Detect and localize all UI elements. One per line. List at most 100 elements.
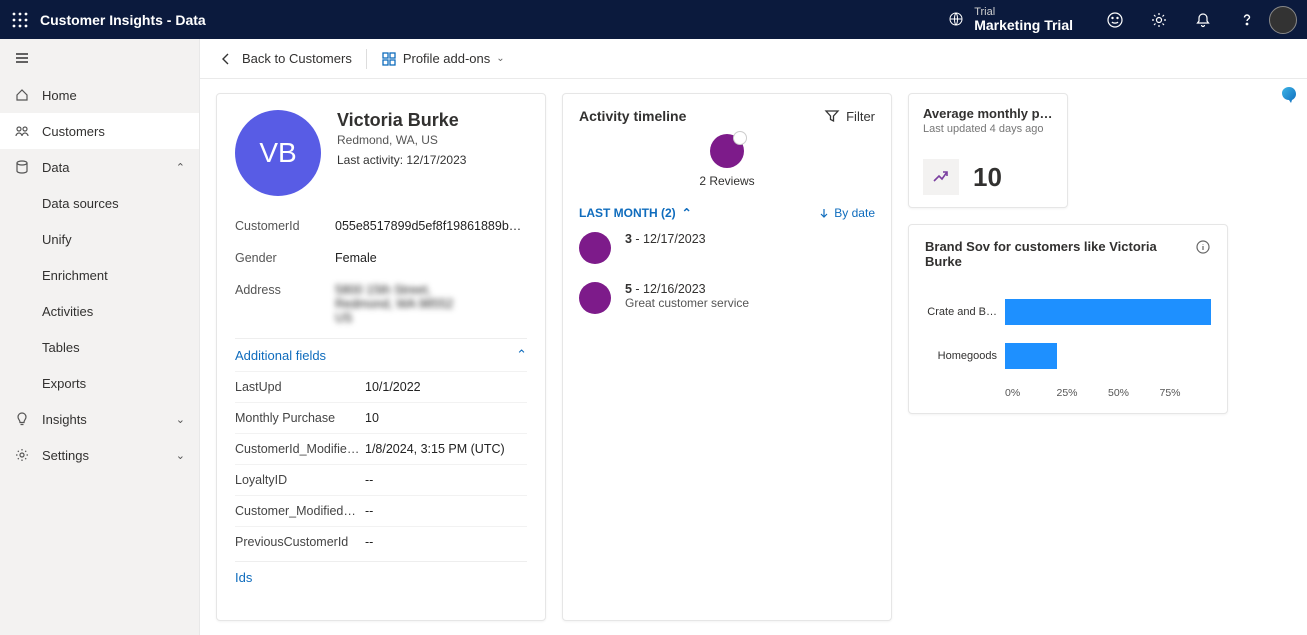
timeline-detail: Great customer service [625,296,749,310]
sidebar-item-label: Data [42,160,69,175]
kpi-value: 10 [973,162,1002,193]
timeline-dot-icon [579,282,611,314]
sidebar-item-settings[interactable]: Settings ⌄ [0,437,199,473]
field-value: -- [365,504,527,518]
sidebar-item-label: Settings [42,448,89,463]
sidebar-item-exports[interactable]: Exports [0,365,199,401]
field-label: Address [235,283,335,297]
copilot-panel-toggle[interactable] [1271,79,1307,105]
app-title: Customer Insights - Data [40,12,206,28]
customer-avatar: VB [235,110,321,196]
notifications-bell-icon[interactable] [1181,0,1225,39]
additional-fields-toggle[interactable]: Additional fields ⌃ [235,338,527,371]
field-label: LoyaltyID [235,473,365,487]
chart-bar-row: Crate and B… [925,299,1211,325]
bar-label: Crate and B… [925,306,1005,318]
axis-tick: 50% [1108,387,1160,399]
kpi-title: Average monthly pu… [923,106,1053,121]
customer-name: Victoria Burke [337,110,466,131]
sidebar-item-customers[interactable]: Customers [0,113,199,149]
field-label: Gender [235,251,335,265]
timeline-dot-icon [579,232,611,264]
brand-sov-chart-card: Brand Sov for customers like Victoria Bu… [908,224,1228,414]
environment-picker[interactable]: Trial Marketing Trial [948,6,1073,33]
chevron-up-icon: ⌃ [682,206,692,220]
sidebar-item-label: Insights [42,412,87,427]
chart-bar-row: Homegoods [925,343,1211,369]
additional-field-row: CustomerId_Modifie…1/8/2024, 3:15 PM (UT… [235,433,527,464]
field-value: 055e8517899d5ef8f19861889b7… [335,219,527,233]
field-label: PreviousCustomerId [235,535,365,549]
last-activity: Last activity: 12/17/2023 [337,153,466,167]
field-label: LastUpd [235,380,365,394]
sidebar-item-insights[interactable]: Insights ⌄ [0,401,199,437]
field-value: -- [365,535,527,549]
sidebar-item-data[interactable]: Data ⌃ [0,149,199,185]
field-value: 1/8/2024, 3:15 PM (UTC) [365,442,527,456]
profile-addons-dropdown[interactable]: Profile add-ons ⌄ [381,51,505,67]
feedback-icon[interactable] [1093,0,1137,39]
sidebar: Home Customers Data ⌃ Data sources Unify… [0,39,200,635]
back-to-customers-link[interactable]: Back to Customers [218,51,352,67]
sort-by-date[interactable]: By date [818,206,875,220]
axis-tick: 75% [1160,387,1212,399]
chevron-up-icon: ⌃ [516,347,527,363]
user-avatar[interactable] [1269,6,1297,34]
timeline-title: 5 - 12/16/2023 [625,282,749,296]
field-value: Female [335,251,527,265]
field-value: 10 [365,411,527,425]
additional-field-row: LoyaltyID-- [235,464,527,495]
chevron-down-icon: ⌄ [176,413,185,426]
customer-location: Redmond, WA, US [337,133,466,147]
bar-fill [1005,343,1057,369]
field-value-redacted: 5800 15th Street,Redmond, WA 98552US [335,283,527,325]
timeline-title: 3 - 12/17/2023 [625,232,706,246]
sidebar-item-home[interactable]: Home [0,77,199,113]
field-label: CustomerId [235,219,335,233]
field-label: Customer_Modified… [235,504,365,518]
sidebar-item-label: Home [42,88,77,103]
kpi-subtitle: Last updated 4 days ago [923,123,1053,135]
timeline-item[interactable]: 5 - 12/16/2023Great customer service [579,282,875,314]
field-label: CustomerId_Modifie… [235,442,365,456]
command-bar: Back to Customers Profile add-ons ⌄ [200,39,1307,79]
axis-tick: 25% [1057,387,1109,399]
bar-label: Homegoods [925,350,1005,362]
help-icon[interactable] [1225,0,1269,39]
divider [366,49,367,69]
activity-title: Activity timeline [579,108,686,124]
chevron-down-icon: ⌄ [176,449,185,462]
additional-field-row: Customer_Modified…-- [235,495,527,526]
filter-button[interactable]: Filter [824,108,875,124]
additional-field-row: Monthly Purchase10 [235,402,527,433]
sidebar-item-label: Customers [42,124,105,139]
field-value: -- [365,473,527,487]
kpi-card: Average monthly pu… Last updated 4 days … [908,93,1068,208]
settings-gear-icon[interactable] [1137,0,1181,39]
info-icon[interactable] [1195,239,1211,255]
sidebar-item-tables[interactable]: Tables [0,329,199,365]
activity-type-icon [710,134,744,168]
chevron-up-icon: ⌃ [176,161,185,174]
additional-field-row: PreviousCustomerId-- [235,526,527,557]
app-launcher-icon[interactable] [0,12,40,28]
environment-name: Marketing Trial [974,18,1073,33]
sidebar-item-enrichment[interactable]: Enrichment [0,257,199,293]
sidebar-item-data-sources[interactable]: Data sources [0,185,199,221]
ids-section-toggle[interactable]: Ids [235,561,527,593]
sidebar-item-activities[interactable]: Activities [0,293,199,329]
bar-fill [1005,299,1211,325]
chevron-down-icon: ⌄ [496,53,504,64]
activity-timeline-card: Activity timeline Filter 2 Reviews LAST … [562,93,892,621]
sidebar-item-unify[interactable]: Unify [0,221,199,257]
trend-icon [923,159,959,195]
hamburger-toggle[interactable] [0,39,199,77]
timeline-item[interactable]: 3 - 12/17/2023 [579,232,875,264]
chart-title: Brand Sov for customers like Victoria Bu… [925,239,1195,269]
field-label: Monthly Purchase [235,411,365,425]
customer-profile-card: VB Victoria Burke Redmond, WA, US Last a… [216,93,546,621]
additional-field-row: LastUpd10/1/2022 [235,371,527,402]
axis-tick: 0% [1005,387,1057,399]
last-month-toggle[interactable]: LAST MONTH (2) ⌃ [579,206,692,220]
activity-summary-text: 2 Reviews [579,174,875,188]
